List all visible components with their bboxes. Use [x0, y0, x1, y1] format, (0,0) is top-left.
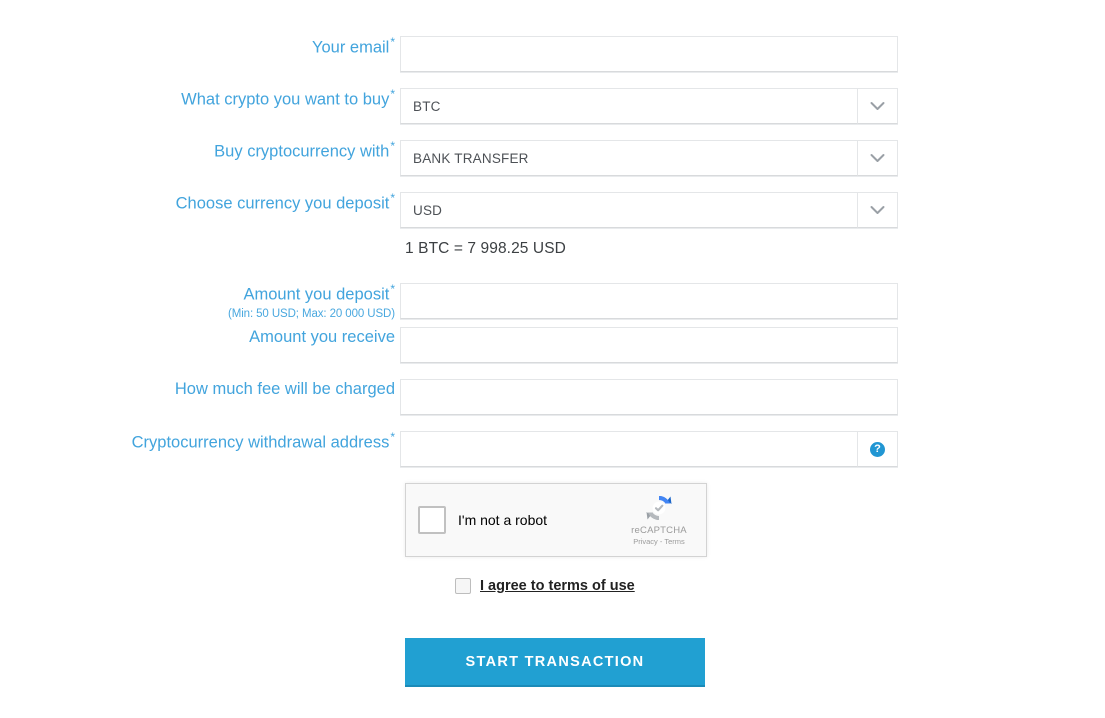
help-button[interactable]: ?	[857, 431, 898, 467]
field-fee	[400, 379, 898, 415]
payment-method-select[interactable]: BANK TRANSFER	[400, 140, 898, 176]
label-withdrawal-address: Cryptocurrency withdrawal address*	[131, 430, 395, 452]
terms-link[interactable]: I agree to terms of use	[480, 578, 635, 594]
label-deposit-currency: Choose currency you deposit*	[175, 191, 395, 213]
amount-deposit-hint: (Min: 50 USD; Max: 20 000 USD)	[227, 307, 395, 320]
chevron-down-icon[interactable]	[857, 88, 898, 124]
form-row-amount-receive: Amount you receive	[0, 327, 898, 363]
form-row-crypto: What crypto you want to buy* BTC	[0, 88, 898, 124]
deposit-currency-select-value: USD	[400, 192, 857, 228]
form-row-amount-deposit: Amount you deposit* (Min: 50 USD; Max: 20…	[0, 283, 898, 321]
required-marker: *	[390, 35, 395, 49]
recaptcha-branding: reCAPTCHA Privacy - Terms	[622, 492, 696, 546]
field-amount-deposit	[400, 283, 898, 319]
fee-input[interactable]	[400, 379, 898, 415]
recaptcha-label: I'm not a robot	[458, 512, 548, 528]
form-row-payment-method: Buy cryptocurrency with* BANK TRANSFER	[0, 140, 898, 176]
field-amount-receive	[400, 327, 898, 363]
payment-method-select-value: BANK TRANSFER	[400, 140, 857, 176]
start-transaction-button[interactable]: START TRANSACTION	[405, 638, 705, 685]
label-fee: How much fee will be charged	[174, 380, 395, 398]
label-amount-deposit: Amount you deposit* (Min: 50 USD; Max: 20…	[0, 283, 400, 321]
label-crypto: What crypto you want to buy*	[181, 87, 395, 109]
email-input[interactable]	[400, 36, 898, 72]
amount-receive-input[interactable]	[400, 327, 898, 363]
terms-checkbox[interactable]	[455, 578, 471, 594]
form-row-fee: How much fee will be charged	[0, 379, 898, 415]
field-email	[400, 36, 898, 72]
label-amount-receive: Amount you receive	[249, 328, 395, 346]
withdrawal-address-group: ?	[400, 431, 898, 467]
crypto-select-value: BTC	[400, 88, 857, 124]
exchange-rate-text: 1 BTC = 7 998.25 USD	[405, 240, 566, 257]
amount-deposit-input[interactable]	[400, 283, 898, 319]
required-marker: *	[390, 139, 395, 153]
withdrawal-address-input[interactable]	[400, 431, 857, 467]
form-row-withdrawal-address: Cryptocurrency withdrawal address* ?	[0, 431, 898, 467]
form-row-deposit-currency: Choose currency you deposit* USD	[0, 192, 898, 228]
recaptcha-checkbox[interactable]	[418, 506, 446, 534]
recaptcha-logo-icon	[646, 496, 672, 520]
required-marker: *	[390, 87, 395, 101]
recaptcha-widget[interactable]: I'm not a robot reCAPTCHA Privacy - Term…	[405, 483, 707, 557]
label-email: Your email*	[311, 35, 395, 57]
question-mark-icon: ?	[870, 441, 885, 457]
label-payment-method: Buy cryptocurrency with*	[214, 139, 395, 161]
required-marker: *	[390, 430, 395, 444]
recaptcha-brand-name: reCAPTCHA	[631, 525, 687, 536]
field-deposit-currency: USD	[400, 192, 898, 228]
required-marker: *	[390, 191, 395, 205]
recaptcha-legal-links[interactable]: Privacy - Terms	[622, 537, 696, 546]
crypto-select[interactable]: BTC	[400, 88, 898, 124]
chevron-down-icon[interactable]	[857, 140, 898, 176]
field-crypto: BTC	[400, 88, 898, 124]
field-payment-method: BANK TRANSFER	[400, 140, 898, 176]
required-marker: *	[390, 282, 395, 296]
deposit-currency-select[interactable]: USD	[400, 192, 898, 228]
chevron-down-icon[interactable]	[857, 192, 898, 228]
form-row-email: Your email*	[0, 36, 898, 72]
field-withdrawal-address: ?	[400, 431, 898, 467]
terms-agreement-row: I agree to terms of use	[455, 578, 635, 594]
